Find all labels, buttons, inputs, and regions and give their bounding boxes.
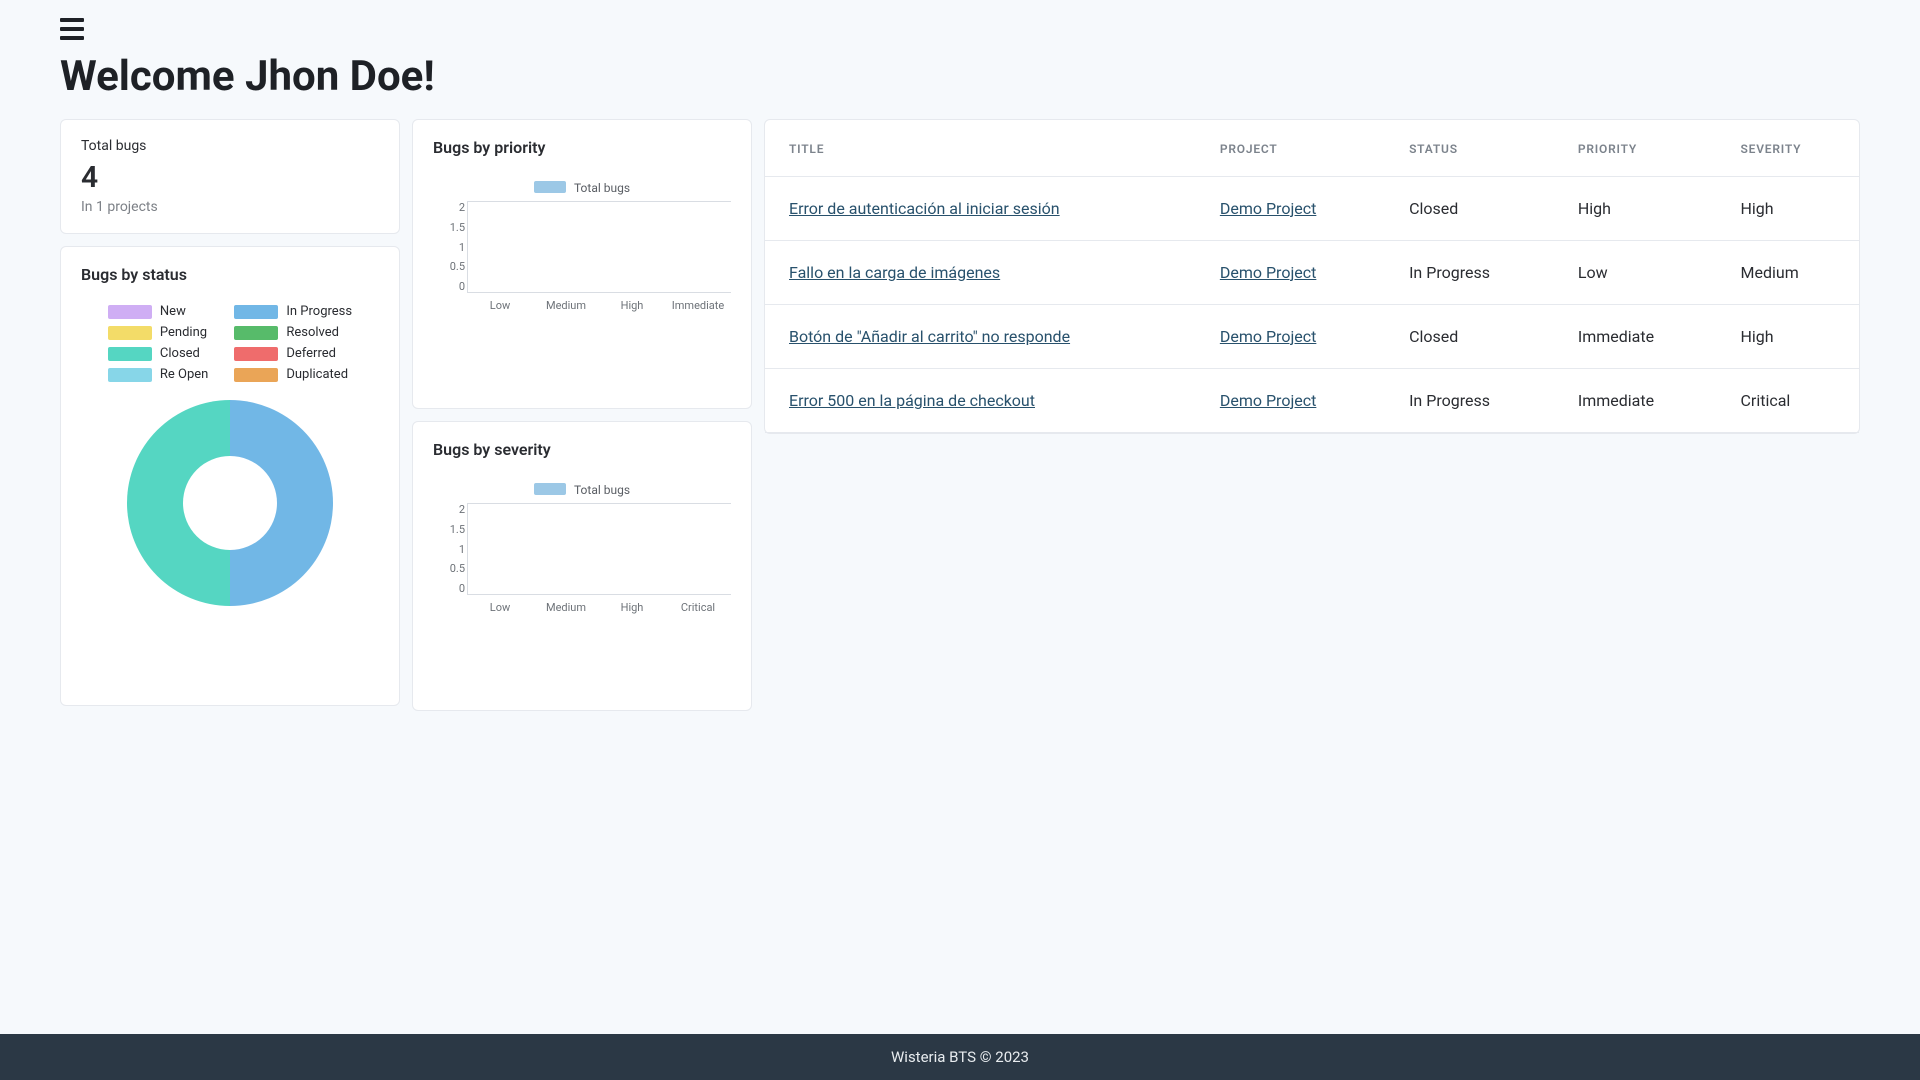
bugs-by-severity-title: Bugs by severity: [433, 440, 731, 459]
bugs-by-status-card: Bugs by status New In Progress Pending Reso…: [60, 246, 400, 706]
bugs-by-priority-card: Bugs by priority Total bugs 21.510.50 Lo…: [412, 119, 752, 409]
priority-xaxis: LowMediumHighImmediate: [433, 299, 731, 312]
status-legend-label: Re Open: [160, 367, 208, 382]
bug-title-link[interactable]: Error de autenticación al iniciar sesión: [789, 199, 1060, 218]
status-legend-label: Closed: [160, 346, 200, 361]
project-link[interactable]: Demo Project: [1220, 391, 1317, 410]
bugs-by-priority-title: Bugs by priority: [433, 138, 731, 157]
priority-cell: Low: [1554, 241, 1717, 305]
priority-yaxis: 21.510.50: [431, 201, 465, 293]
status-legend: New In Progress Pending Resolved Closed Defer…: [81, 304, 379, 382]
table-row: Botón de "Añadir al carrito" no responde…: [765, 305, 1859, 369]
status-legend-label: Resolved: [286, 325, 339, 340]
project-link[interactable]: Demo Project: [1220, 199, 1317, 218]
priority-xlabel: Immediate: [665, 299, 731, 312]
bugs-table-card: Title Project Status Priority Severity E…: [764, 119, 1860, 434]
severity-cell: Critical: [1717, 369, 1860, 433]
priority-xlabel: High: [599, 299, 665, 312]
total-bugs-card: Total bugs 4 In 1 projects: [60, 119, 400, 234]
project-link[interactable]: Demo Project: [1220, 263, 1317, 282]
status-cell: Closed: [1385, 305, 1554, 369]
bugs-table: Title Project Status Priority Severity E…: [765, 120, 1859, 433]
priority-xlabel: Medium: [533, 299, 599, 312]
status-legend-item[interactable]: New: [108, 304, 208, 319]
table-row: Error 500 en la página de checkout Demo P…: [765, 369, 1859, 433]
priority-bars: [467, 201, 731, 293]
severity-legend: Total bugs: [433, 483, 731, 497]
table-row: Error de autenticación al iniciar sesión…: [765, 177, 1859, 241]
col-title: Title: [765, 120, 1196, 177]
status-legend-label: Duplicated: [286, 367, 348, 382]
status-doughnut-chart: [127, 400, 333, 606]
col-project: Project: [1196, 120, 1385, 177]
hamburger-icon[interactable]: [60, 18, 84, 40]
status-legend-label: New: [160, 304, 186, 319]
status-legend-item[interactable]: Pending: [108, 325, 208, 340]
priority-cell: Immediate: [1554, 305, 1717, 369]
priority-legend: Total bugs: [433, 181, 731, 195]
bug-title-link[interactable]: Fallo en la carga de imágenes: [789, 263, 1000, 282]
severity-bars: [467, 503, 731, 595]
severity-legend-label: Total bugs: [574, 483, 630, 497]
status-legend-item[interactable]: Duplicated: [234, 367, 352, 382]
status-legend-label: Pending: [160, 325, 207, 340]
bugs-by-severity-card: Bugs by severity Total bugs 21.510.50 Lo…: [412, 421, 752, 711]
severity-xlabel: Low: [467, 601, 533, 614]
footer: Wisteria BTS © 2023: [0, 1034, 1920, 1080]
status-cell: In Progress: [1385, 241, 1554, 305]
severity-cell: High: [1717, 305, 1860, 369]
priority-cell: Immediate: [1554, 369, 1717, 433]
status-legend-item[interactable]: Deferred: [234, 346, 352, 361]
severity-yaxis: 21.510.50: [431, 503, 465, 595]
severity-xlabel: High: [599, 601, 665, 614]
priority-xlabel: Low: [467, 299, 533, 312]
project-link[interactable]: Demo Project: [1220, 327, 1317, 346]
status-cell: Closed: [1385, 177, 1554, 241]
total-bugs-label: Total bugs: [81, 138, 379, 154]
bug-title-link[interactable]: Botón de "Añadir al carrito" no responde: [789, 327, 1070, 346]
col-severity: Severity: [1717, 120, 1860, 177]
severity-cell: High: [1717, 177, 1860, 241]
total-bugs-sub: In 1 projects: [81, 199, 379, 215]
status-legend-item[interactable]: Closed: [108, 346, 208, 361]
col-priority: Priority: [1554, 120, 1717, 177]
col-status: Status: [1385, 120, 1554, 177]
status-legend-label: In Progress: [286, 304, 352, 319]
severity-cell: Medium: [1717, 241, 1860, 305]
status-legend-item[interactable]: Resolved: [234, 325, 352, 340]
priority-legend-label: Total bugs: [574, 181, 630, 195]
total-bugs-count: 4: [81, 160, 379, 195]
status-cell: In Progress: [1385, 369, 1554, 433]
bug-title-link[interactable]: Error 500 en la página de checkout: [789, 391, 1035, 410]
severity-xlabel: Critical: [665, 601, 731, 614]
status-legend-item[interactable]: In Progress: [234, 304, 352, 319]
status-legend-label: Deferred: [286, 346, 336, 361]
severity-xlabel: Medium: [533, 601, 599, 614]
bugs-by-status-title: Bugs by status: [81, 265, 379, 284]
page-title: Welcome Jhon Doe!: [60, 52, 1860, 101]
footer-text: Wisteria BTS © 2023: [891, 1048, 1029, 1066]
severity-xaxis: LowMediumHighCritical: [433, 601, 731, 614]
status-legend-item[interactable]: Re Open: [108, 367, 208, 382]
priority-cell: High: [1554, 177, 1717, 241]
table-row: Fallo en la carga de imágenes Demo Projec…: [765, 241, 1859, 305]
